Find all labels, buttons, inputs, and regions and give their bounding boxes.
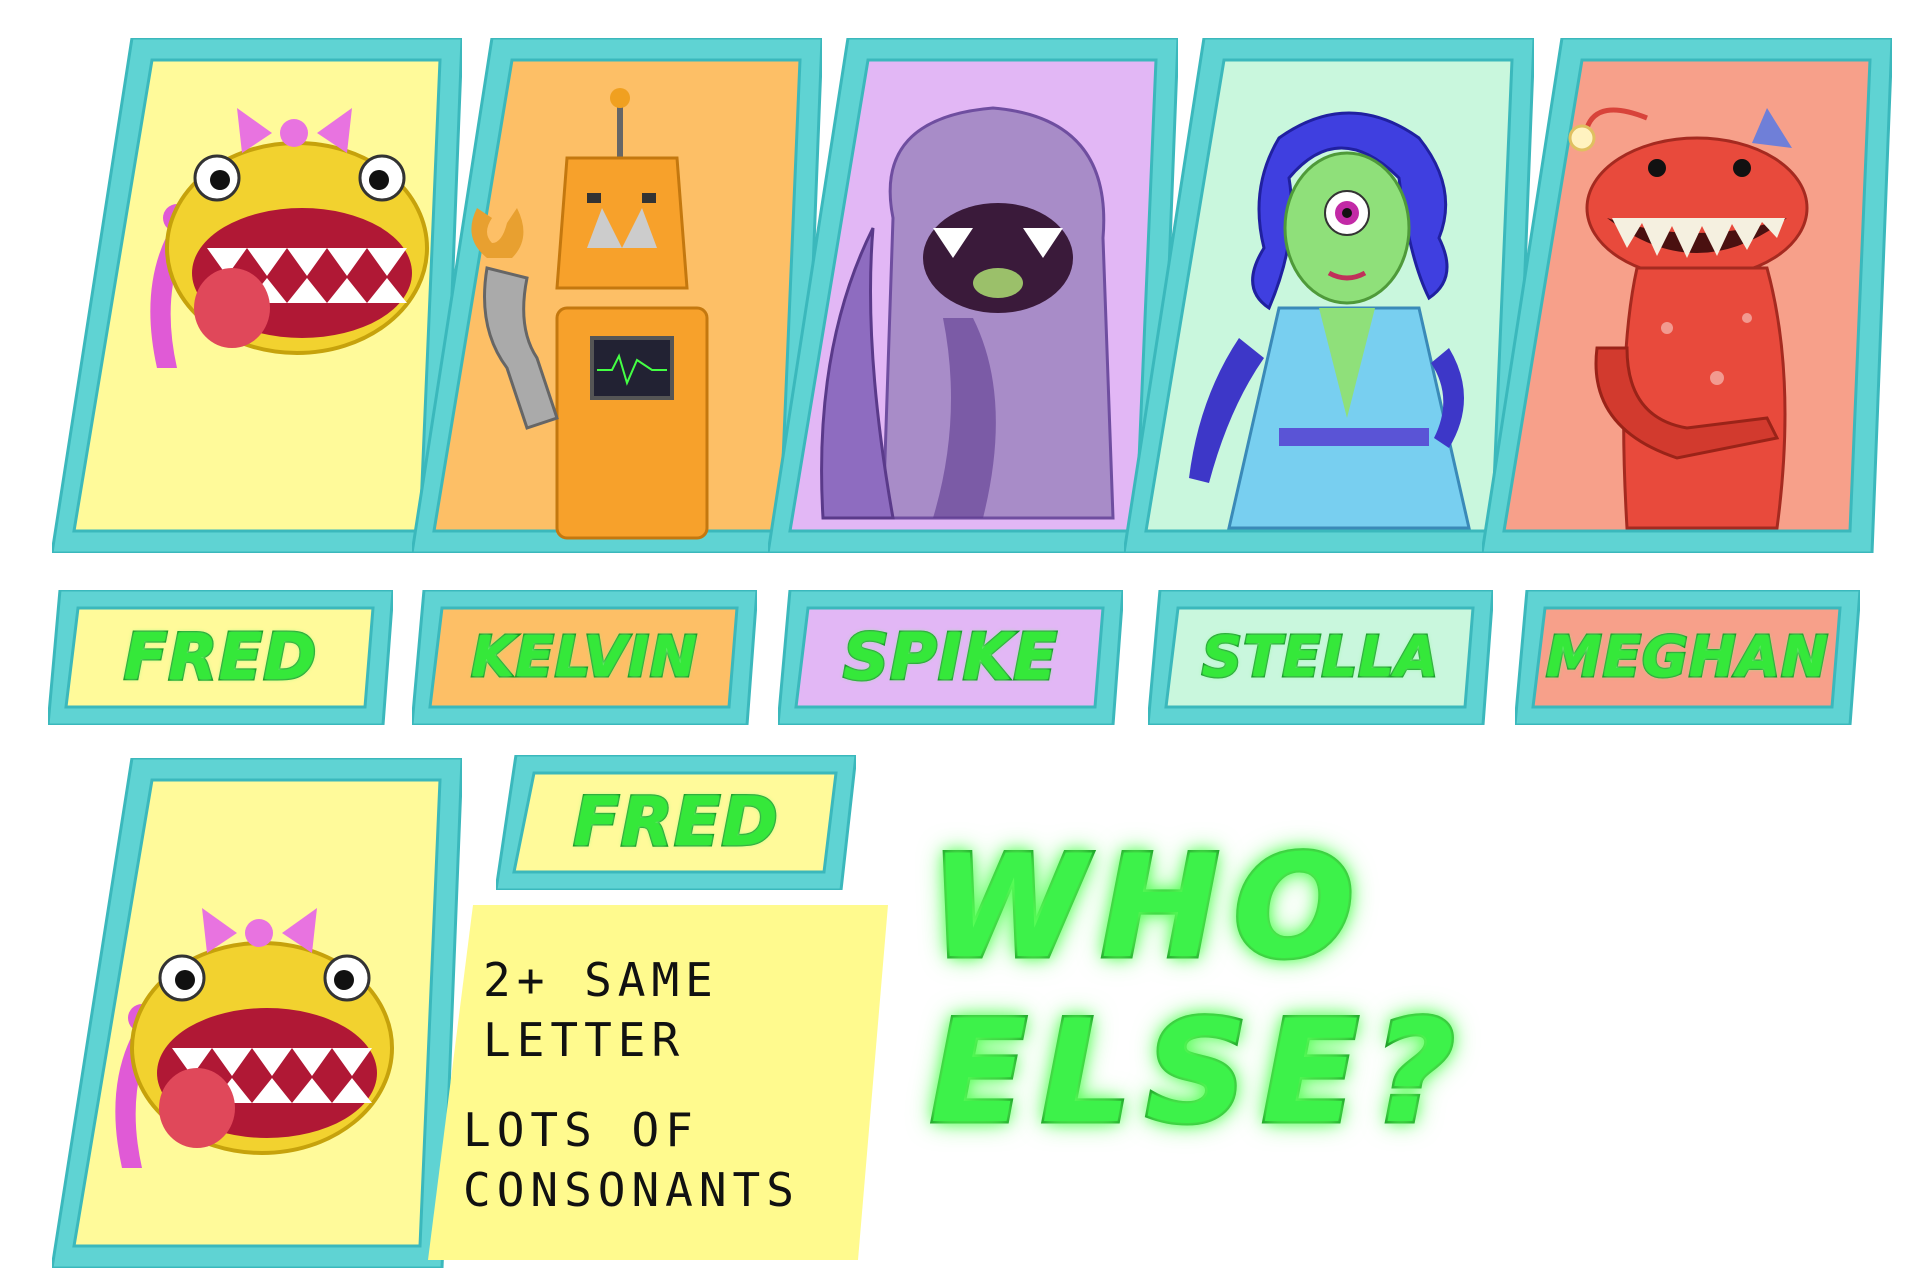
character-name-text: KELVIN (470, 624, 699, 692)
card-art (1122, 36, 1536, 555)
character-name-text: FRED (122, 619, 318, 696)
selected-card-svg (50, 756, 464, 1270)
character-name-text: STELLA (1200, 624, 1440, 692)
character-name-text: MEGHAN (1544, 624, 1830, 692)
character-card-meghan[interactable] (1480, 36, 1894, 555)
card-art (766, 36, 1180, 555)
name-label-meghan[interactable]: MEGHAN (1515, 590, 1860, 725)
card-art (50, 36, 464, 555)
name-label-kelvin[interactable]: KELVIN (412, 590, 757, 725)
character-card-kelvin[interactable] (410, 36, 824, 555)
name-label-fred[interactable]: FRED (48, 590, 393, 725)
selected-character-card[interactable] (50, 756, 464, 1270)
name-label-spike[interactable]: SPIKE (778, 590, 1123, 725)
character-name-text: SPIKE (841, 619, 1059, 696)
character-card-fred[interactable] (50, 36, 464, 555)
character-card-stella[interactable] (1122, 36, 1536, 555)
selected-name-text: FRED (572, 782, 780, 864)
card-art (1480, 36, 1894, 555)
card-art (410, 36, 824, 555)
name-label-stella[interactable]: STELLA (1148, 590, 1493, 725)
who-else-prompt: WHO ELSE? (928, 823, 1470, 1158)
hint-same-letter: 2+ SAME LETTER (483, 953, 719, 1067)
character-card-spike[interactable] (766, 36, 1180, 555)
hint-note: 2+ SAME LETTER LOTS OF CONSONANTS (428, 905, 888, 1260)
hint-consonants: LOTS OF CONSONANTS (463, 1103, 800, 1217)
selected-name-label: FRED (496, 755, 856, 890)
